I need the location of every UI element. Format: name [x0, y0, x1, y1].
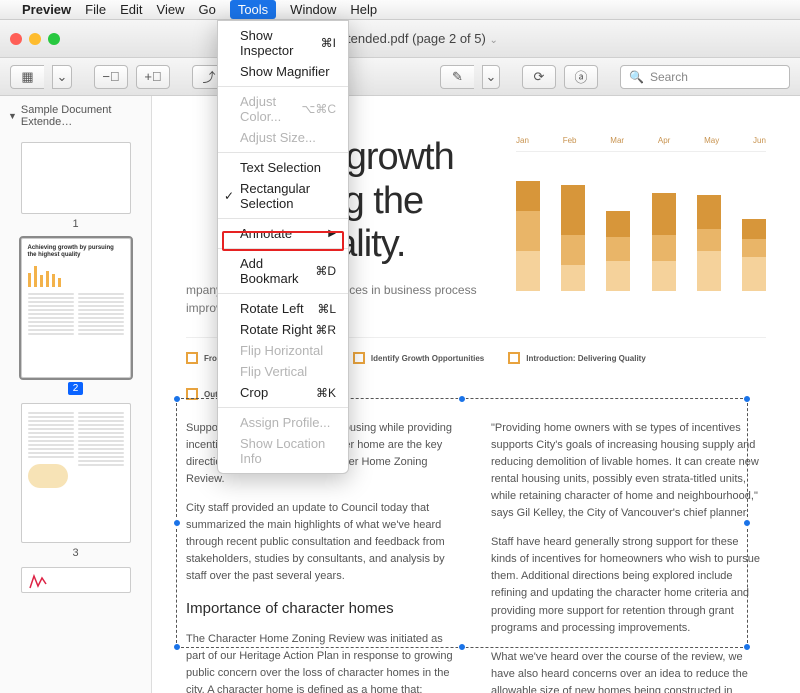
markup-button[interactable]: ⓐ: [564, 65, 598, 89]
zoom-out-button[interactable]: −⃝: [94, 65, 128, 89]
tools-dropdown: Show Inspector⌘I Show Magnifier Adjust C…: [217, 20, 349, 474]
page-label-1: 1: [0, 218, 151, 230]
menu-show-location: Show Location Info: [218, 433, 348, 469]
menu-assign-profile: Assign Profile...: [218, 412, 348, 433]
sidebar-filename: Sample Document Extende…: [21, 104, 143, 128]
page-thumbnail-4[interactable]: [21, 567, 131, 593]
chart-month: Feb: [563, 136, 577, 145]
thumbnail-sidebar[interactable]: ▼ Sample Document Extende… 1 Achieving g…: [0, 96, 152, 693]
chart-month: Jun: [753, 136, 766, 145]
search-placeholder: Search: [650, 70, 688, 84]
menu-rotate-right[interactable]: Rotate Right⌘R: [218, 319, 348, 340]
close-window-button[interactable]: [10, 33, 22, 45]
title-chevron-icon[interactable]: ⌄: [489, 35, 497, 46]
resize-handle[interactable]: [173, 643, 181, 651]
square-icon: [353, 352, 365, 364]
search-icon: 🔍: [629, 70, 644, 84]
square-icon: [186, 352, 198, 364]
rotate-button[interactable]: ⟳: [522, 65, 556, 89]
window-title: ument Extended.pdf (page 2 of 5) ⌄: [60, 31, 730, 46]
view-mode-menu[interactable]: ⌄: [52, 65, 72, 89]
body-para: Staff have heard generally strong suppor…: [491, 534, 766, 636]
page-indicator: (page 2 of 5): [412, 31, 486, 46]
window-menu[interactable]: Window: [290, 2, 336, 17]
menu-text-selection[interactable]: Text Selection: [218, 157, 348, 178]
page-thumbnail-2[interactable]: Achieving growth by pursuing the highest…: [21, 238, 131, 378]
menu-annotate[interactable]: Annotate▶: [218, 223, 348, 244]
menu-add-bookmark[interactable]: Add Bookmark⌘D: [218, 253, 348, 289]
app-menu[interactable]: Preview: [22, 2, 71, 17]
mini-chart-icon: [28, 263, 124, 287]
scribble-icon: [28, 572, 48, 590]
bar-chart: Jan Feb Mar Apr May Jun: [516, 136, 766, 291]
checkmark-icon: ✓: [224, 189, 234, 203]
submenu-arrow-icon: ▶: [328, 228, 336, 239]
tools-menu[interactable]: Tools: [230, 0, 276, 19]
menu-rectangular-selection[interactable]: ✓Rectangular Selection: [218, 178, 348, 214]
disclosure-triangle-icon[interactable]: ▼: [8, 111, 17, 121]
file-menu[interactable]: File: [85, 2, 106, 17]
minimize-window-button[interactable]: [29, 33, 41, 45]
page-label-2: 2: [0, 382, 151, 395]
menu-flip-vertical: Flip Vertical: [218, 361, 348, 382]
highlight-menu[interactable]: ⌄: [482, 65, 500, 89]
body-heading: Importance of character homes: [186, 597, 461, 620]
mini-title: Achieving growth by pursuing the highest…: [28, 245, 124, 259]
body-para: "Providing home owners with se types of …: [491, 420, 766, 522]
page-label-3: 3: [0, 547, 151, 559]
menu-crop[interactable]: Crop⌘K: [218, 382, 348, 403]
menu-flip-horizontal: Flip Horizontal: [218, 340, 348, 361]
badge-item: Identify Growth Opportunities: [353, 352, 484, 364]
resize-handle[interactable]: [173, 395, 181, 403]
page-thumbnail-3[interactable]: [21, 403, 131, 543]
body-column-right: "Providing home owners with se types of …: [491, 420, 766, 693]
chart-month: May: [704, 136, 719, 145]
toolbar: ▦ ⌄ −⃝ +⃝ ⤴ ✎ ⌄ ⟳ ⓐ 🔍 Search: [0, 58, 800, 96]
highlight-button[interactable]: ✎: [440, 65, 474, 89]
traffic-lights: [0, 33, 60, 45]
zoom-window-button[interactable]: [48, 33, 60, 45]
menu-show-magnifier[interactable]: Show Magnifier: [218, 61, 348, 82]
edit-menu[interactable]: Edit: [120, 2, 142, 17]
menu-adjust-size: Adjust Size...: [218, 127, 348, 148]
chart-month: Mar: [610, 136, 624, 145]
zoom-in-button[interactable]: +⃝: [136, 65, 170, 89]
menu-show-inspector[interactable]: Show Inspector⌘I: [218, 25, 348, 61]
body-para: What we've heard over the course of the …: [491, 649, 766, 693]
square-icon: [508, 352, 520, 364]
page-thumbnail-1[interactable]: [21, 142, 131, 214]
body-para: City staff provided an update to Council…: [186, 500, 461, 585]
chart-month: Jan: [516, 136, 529, 145]
menu-rotate-left[interactable]: Rotate Left⌘L: [218, 298, 348, 319]
chart-month: Apr: [658, 136, 670, 145]
view-menu[interactable]: View: [157, 2, 185, 17]
sidebar-file-header[interactable]: ▼ Sample Document Extende…: [0, 102, 151, 134]
badge-item: Introduction: Delivering Quality: [508, 352, 646, 364]
square-icon: [186, 388, 198, 400]
go-menu[interactable]: Go: [198, 2, 215, 17]
search-field[interactable]: 🔍 Search: [620, 65, 790, 89]
view-mode-button[interactable]: ▦: [10, 65, 44, 89]
menu-adjust-color: Adjust Color...⌥⌘C: [218, 91, 348, 127]
help-menu[interactable]: Help: [350, 2, 377, 17]
window-titlebar: ument Extended.pdf (page 2 of 5) ⌄: [0, 20, 800, 58]
system-menubar: Preview File Edit View Go Tools Window H…: [0, 0, 800, 20]
resize-handle[interactable]: [173, 519, 181, 527]
body-para: The Character Home Zoning Review was ini…: [186, 631, 461, 693]
